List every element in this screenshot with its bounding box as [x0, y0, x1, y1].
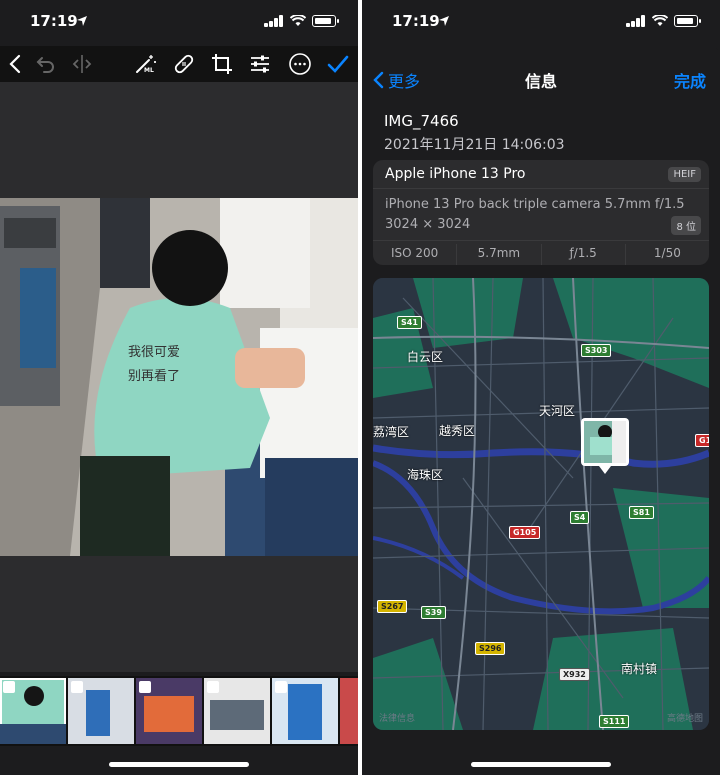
file-name: IMG_7466: [384, 112, 459, 130]
status-bar: 17:19: [362, 0, 720, 46]
map-district-label: 南村镇: [621, 662, 658, 676]
edited-badge-icon: [71, 681, 83, 693]
edited-badge-icon: [3, 681, 15, 693]
filmstrip-thumb[interactable]: [272, 678, 338, 744]
done-button[interactable]: 完成: [674, 68, 706, 92]
more-icon[interactable]: [288, 52, 312, 76]
road-shield: S81: [629, 506, 654, 519]
magic-wand-ml-icon[interactable]: ML: [134, 52, 158, 76]
navigation-bar: 更多 信息 完成: [362, 56, 720, 100]
map-provider-logo: 高德地图: [666, 714, 703, 724]
camera-model: Apple iPhone 13 Pro: [385, 166, 526, 182]
svg-text:我很可爱: 我很可爱: [128, 345, 180, 360]
camera-info-card: Apple iPhone 13 Pro HEIF iPhone 13 Pro b…: [373, 160, 709, 265]
photo-preview[interactable]: 我很可爱 别再看了: [0, 198, 358, 556]
home-indicator: [109, 762, 249, 767]
exif-row: ISO 200 5.7mm ƒ/1.5 1/50: [373, 244, 709, 265]
exif-shutter: 1/50: [624, 244, 709, 265]
adjust-sliders-icon[interactable]: [248, 52, 272, 76]
back-button[interactable]: 更多: [372, 68, 420, 92]
filmstrip-thumb[interactable]: [204, 678, 270, 744]
exif-focal-length: 5.7mm: [456, 244, 540, 265]
road-shield: S303: [581, 344, 612, 357]
capture-datetime: 2021年11月21日 14:06:03: [384, 137, 565, 153]
editor-toolbar: ML: [0, 46, 358, 82]
back-chevron-icon: [373, 71, 384, 89]
svg-text:别再看了: 别再看了: [128, 368, 180, 384]
back-chevron-icon[interactable]: [4, 52, 28, 76]
bandage-icon[interactable]: [172, 52, 196, 76]
road-shield: G105: [509, 526, 541, 539]
filmstrip: [0, 676, 358, 746]
divider: [373, 240, 709, 241]
battery-icon: [312, 15, 339, 27]
filmstrip-thumb[interactable]: [136, 678, 202, 744]
road-shield: S296: [475, 642, 506, 655]
filmstrip-thumb[interactable]: [68, 678, 134, 744]
road-shield: S39: [421, 606, 446, 619]
road-shield: X932: [559, 668, 590, 681]
done-check-icon[interactable]: [326, 52, 350, 76]
map-legal-link[interactable]: 法律信息: [379, 711, 415, 724]
format-badge: HEIF: [668, 167, 701, 182]
status-bar: 17:19: [0, 0, 358, 46]
bit-depth-badge: 8 位: [671, 216, 701, 235]
undo-icon[interactable]: [34, 52, 58, 76]
ml-label: ML: [144, 67, 154, 74]
location-map[interactable]: 白云区 天河区 越秀区 荔湾区 海珠区 南村镇 S41 S303 S4 S81 …: [373, 278, 709, 730]
map-district-label: 海珠区: [407, 468, 444, 482]
edited-badge-icon: [275, 681, 287, 693]
lens-info: iPhone 13 Pro back triple camera 5.7mm f…: [385, 197, 685, 212]
wifi-icon: [290, 15, 306, 26]
status-time: 17:19: [30, 12, 78, 30]
road-shield: G1: [695, 434, 709, 447]
map-district-label: 越秀区: [439, 424, 476, 438]
resolution: 3024 × 3024: [385, 217, 471, 232]
battery-icon: [674, 15, 701, 27]
photo-editor-screen: 17:19 ML 我很可爱 别再看了: [0, 0, 358, 775]
status-time: 17:19: [392, 12, 440, 30]
compare-icon[interactable]: [70, 52, 94, 76]
crop-icon[interactable]: [210, 52, 234, 76]
location-arrow-icon: [439, 16, 449, 26]
back-label: 更多: [388, 72, 421, 91]
edited-badge-icon: [207, 681, 219, 693]
map-district-label: 白云区: [407, 350, 444, 364]
map-district-label: 荔湾区: [373, 425, 410, 439]
photo-info-screen: 17:19 更多 信息 完成 IMG_7466 2021年11月21日 14:0…: [362, 0, 720, 775]
wifi-icon: [652, 15, 668, 26]
exif-iso: ISO 200: [390, 246, 439, 260]
divider: [373, 188, 709, 189]
home-indicator: [471, 762, 611, 767]
signal-icon: [626, 15, 646, 27]
filmstrip-thumb[interactable]: [340, 678, 358, 744]
road-shield: S267: [377, 600, 408, 613]
photo-location-pin[interactable]: [581, 418, 629, 474]
location-arrow-icon: [77, 16, 87, 26]
road-shield: S111: [599, 715, 630, 728]
road-shield: S4: [570, 511, 590, 524]
filmstrip-thumb-selected[interactable]: [0, 678, 66, 744]
road-shield: S41: [397, 316, 422, 329]
pin-thumbnail: [584, 421, 626, 463]
exif-aperture: ƒ/1.5: [540, 244, 625, 265]
signal-icon: [264, 15, 284, 27]
edited-badge-icon: [139, 681, 151, 693]
map-district-label: 天河区: [539, 404, 576, 418]
